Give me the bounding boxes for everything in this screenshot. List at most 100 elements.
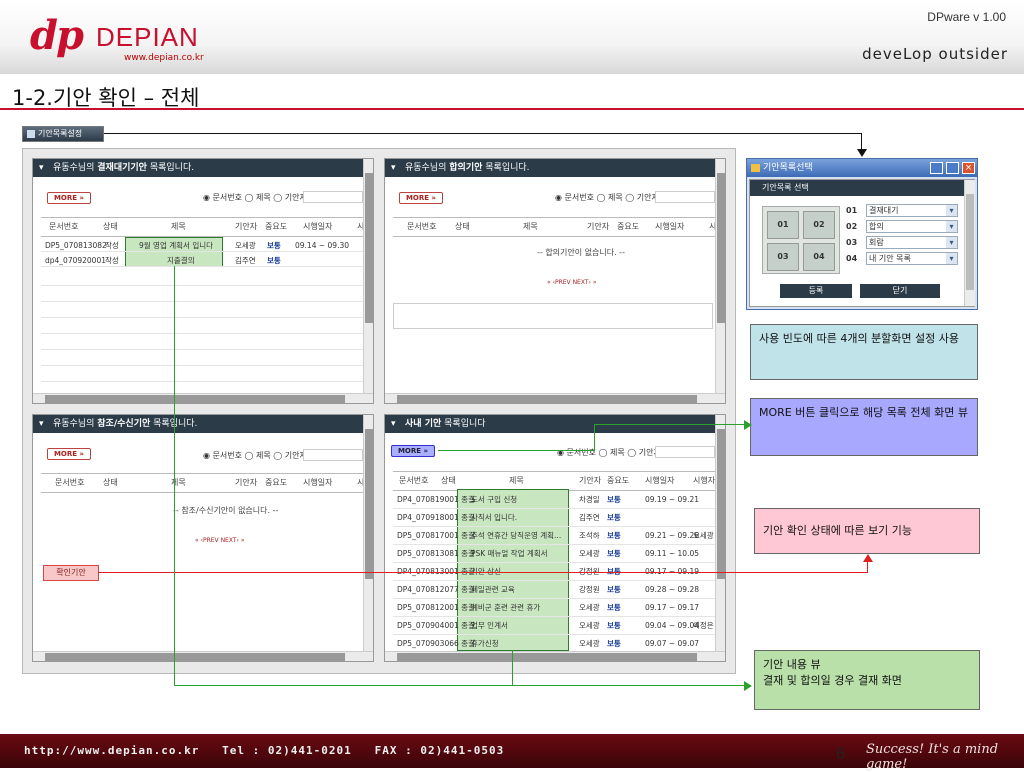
more-button[interactable]: MORE »	[399, 192, 443, 204]
search-input[interactable]	[303, 191, 363, 203]
panel-header: 유동수님의 합의기안 목록입니다.	[385, 159, 725, 177]
register-button[interactable]: 등록	[780, 284, 852, 298]
doc-title[interactable]: 9월 영업 계획서 입니다	[139, 239, 213, 252]
list-type-value: 결재대기	[869, 206, 899, 215]
close-button[interactable]: 닫기	[860, 284, 940, 298]
table-row[interactable]: DP4_070819001 종결 도서 구입 신청 차경일 보통 09.19 ~ 09.…	[393, 491, 717, 509]
table-row[interactable]: DP4_070812077 종결 폐일관련 교육 강정원 보통 09.28 ~ 09.2…	[393, 581, 717, 599]
grid-cell-03[interactable]: 03	[767, 243, 799, 271]
doc-title[interactable]: 업무 인계서	[471, 617, 508, 635]
search-input[interactable]	[655, 191, 715, 203]
doc-number: DP4_070918001 종결	[397, 513, 475, 522]
search-filter-radios[interactable]: ◉ 문서번호 ◯ 제목 ◯ 기안자	[203, 192, 307, 203]
doc-importance: 보통	[607, 549, 621, 558]
logo-url: www.depian.co.kr	[124, 53, 204, 63]
doc-status: 작성	[105, 241, 119, 250]
search-filter-radios[interactable]: ◉ 문서번호 ◯ 제목 ◯ 기안자	[557, 447, 661, 458]
maximize-icon[interactable]	[946, 162, 959, 174]
table-row[interactable]: DP5_070813082 작성 9월 영업 계획서 입니다 오세광 보통 09…	[41, 239, 365, 252]
horizontal-scrollbar[interactable]	[33, 651, 373, 661]
column-header: 상태	[441, 476, 456, 485]
slot-option-row: 01 결재대기 ▾	[846, 204, 958, 218]
panel-title-suffix: 목록입니다	[444, 419, 486, 429]
doc-title[interactable]: PSK 매뉴얼 작업 계획서	[471, 545, 548, 563]
list-type-select[interactable]: 내 기안 목록 ▾	[866, 252, 958, 265]
table-row[interactable]: DP5_070817001 종결 추석 연휴간 당직운영 계획... 조석하 보통 09…	[393, 527, 717, 545]
doc-drafter: 김주연	[235, 256, 256, 265]
pagination[interactable]: « ‹PREV NEXT› »	[547, 279, 597, 286]
vertical-scrollbar[interactable]	[715, 159, 725, 393]
slot-number: 03	[846, 238, 858, 247]
popup-title: 기안목록선택	[763, 163, 813, 173]
settings-button-label: 기안목록설정	[38, 129, 83, 138]
list-type-select[interactable]: 결재대기 ▾	[866, 204, 958, 217]
chevron-down-icon: ▾	[946, 237, 957, 248]
column-header: 중요도	[265, 222, 288, 231]
doc-title[interactable]: 도서 구입 신청	[471, 491, 517, 509]
doc-title[interactable]: 사직서 입니다.	[471, 509, 517, 527]
logo-mark: dp	[30, 12, 84, 59]
confirm-draft-button[interactable]: 확인기안	[43, 565, 99, 581]
more-button[interactable]: MORE »	[47, 448, 91, 460]
list-type-select[interactable]: 회람 ▾	[866, 236, 958, 249]
doc-importance: 보통	[607, 495, 621, 504]
doc-date: 09.19 ~ 09.21	[645, 495, 699, 504]
search-filter-radios[interactable]: ◉ 문서번호 ◯ 제목 ◯ 기안자	[555, 192, 659, 203]
list-type-select[interactable]: 합의 ▾	[866, 220, 958, 233]
horizontal-scrollbar[interactable]	[385, 393, 725, 403]
table-row[interactable]: DP5_070904001 종결 업무 인계서 오세광 보통 09.04 ~ 09.04…	[393, 617, 717, 635]
doc-title[interactable]: 추석 연휴간 당직운영 계획...	[471, 527, 561, 545]
popup-section-header: 기안목록 선택	[750, 180, 974, 196]
pagination[interactable]: « ‹PREV NEXT› »	[195, 537, 245, 544]
doc-number: DP5_070904001 종결	[397, 621, 475, 630]
more-button[interactable]: MORE »	[47, 192, 91, 204]
doc-title[interactable]: 지출결의	[167, 254, 195, 267]
grid-cell-01[interactable]: 01	[767, 211, 799, 239]
doc-title[interactable]: 폐일관련 교육	[471, 581, 515, 599]
vertical-scrollbar[interactable]	[715, 415, 725, 651]
grid-cell-02[interactable]: 02	[803, 211, 835, 239]
table-row[interactable]: DP4_070918001 종결 사직서 입니다. 김주연 보통	[393, 509, 717, 527]
internal-drafts-panel: 사내 기안 목록입니다 MORE » ◉ 문서번호 ◯ 제목 ◯ 기안자 문서번…	[384, 414, 726, 662]
horizontal-scrollbar[interactable]	[33, 393, 373, 403]
column-header: 시행자	[693, 476, 716, 485]
table-row[interactable]: DP5_070813081 종결 PSK 매뉴얼 작업 계획서 오세광 보통 09.11…	[393, 545, 717, 563]
grid-cell-04[interactable]: 04	[803, 243, 835, 271]
connector-line	[98, 572, 868, 573]
column-header: 제목	[509, 476, 524, 485]
horizontal-scrollbar[interactable]	[385, 651, 725, 661]
search-input[interactable]	[655, 446, 715, 458]
panel-title-suffix: 목록입니다.	[153, 419, 198, 429]
column-header: 중요도	[607, 476, 630, 485]
more-button[interactable]: MORE »	[391, 445, 435, 457]
doc-date: 09.17 ~ 09.17	[645, 603, 699, 612]
doc-importance: 보통	[267, 256, 281, 265]
layout-grid: 01 02 03 04	[762, 206, 840, 274]
chevron-down-icon: ▾	[946, 221, 957, 232]
doc-importance: 보통	[607, 531, 621, 540]
empty-row	[41, 333, 365, 334]
settings-button[interactable]: 기안목록설정	[22, 126, 104, 142]
table-row[interactable]: dp4_070920001 작성 지출결의 김주연 보통	[41, 254, 365, 267]
minimize-icon[interactable]	[930, 162, 943, 174]
close-icon[interactable]: ×	[962, 162, 975, 174]
doc-importance: 보통	[607, 513, 621, 522]
table-row[interactable]: DP5_070812001 종결 예비군 훈련 관련 휴가 오세광 보통 09.17 ~…	[393, 599, 717, 617]
detail-box	[393, 303, 713, 329]
doc-number: DP4_070812077 종결	[397, 585, 475, 594]
vertical-scrollbar[interactable]	[363, 415, 373, 651]
panel-title-bold: 결재대기기안	[97, 163, 147, 173]
agreement-panel: 유동수님의 합의기안 목록입니다. MORE » ◉ 문서번호 ◯ 제목 ◯ 기…	[384, 158, 726, 404]
search-input[interactable]	[303, 449, 363, 461]
list-icon	[27, 129, 35, 138]
tagline: deveLop outsider	[862, 45, 1008, 63]
search-filter-radios[interactable]: ◉ 문서번호 ◯ 제목 ◯ 기안자	[203, 450, 307, 461]
doc-drafter: 오세광	[579, 603, 600, 612]
panel-header: 유동수님의 결재대기기안 목록입니다.	[33, 159, 373, 177]
empty-row	[41, 381, 365, 382]
vertical-scrollbar[interactable]	[363, 159, 373, 393]
empty-row	[41, 365, 365, 366]
doc-title[interactable]: 예비군 훈련 관련 휴가	[471, 599, 540, 617]
vertical-scrollbar[interactable]	[964, 180, 975, 306]
doc-status: 작성	[105, 256, 119, 265]
